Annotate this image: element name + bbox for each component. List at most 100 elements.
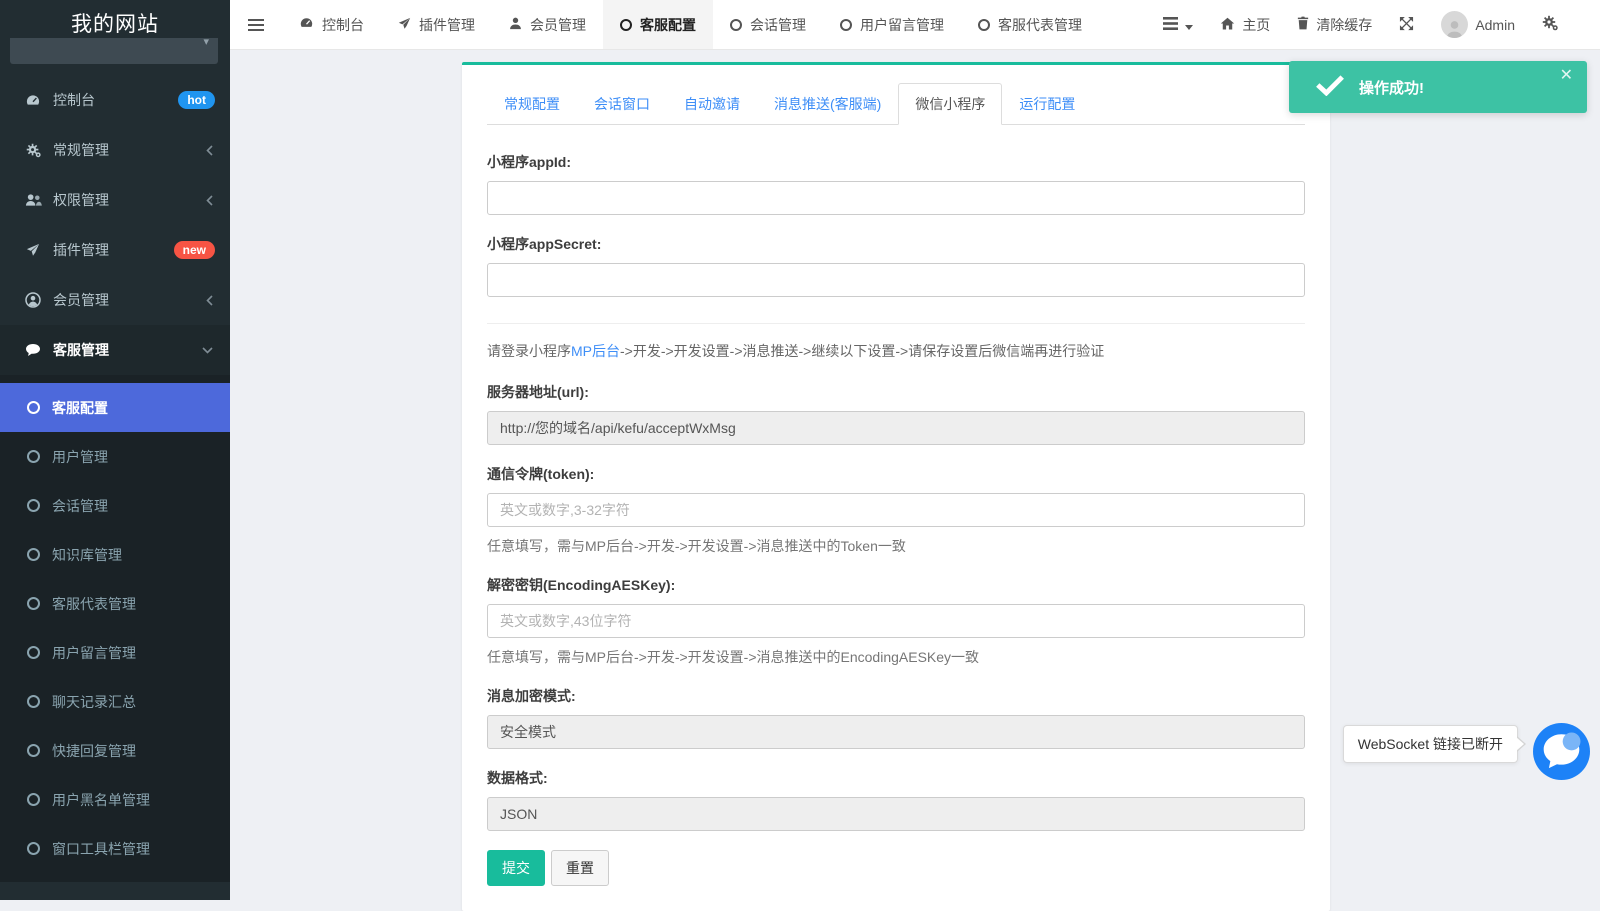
navbar-right: 主页 清除缓存 Admin	[1163, 0, 1600, 49]
submenu-item-label: 知识库管理	[52, 545, 122, 565]
submenu-item-quick-reply-management[interactable]: 快捷回复管理	[0, 726, 230, 775]
sidebar-search-select[interactable]: ········ ▾	[10, 38, 218, 64]
nav-item-session-management[interactable]: 会话管理	[713, 0, 823, 49]
sidebar: 我的网站 ········ ▾ 控制台 hot 常规管理 权限管理	[0, 0, 230, 900]
submenu-item-agent-management[interactable]: 客服代表管理	[0, 579, 230, 628]
chat-widget-button[interactable]	[1533, 723, 1590, 780]
cogs-icon	[24, 143, 42, 158]
tab-auto-invite[interactable]: 自动邀请	[667, 83, 757, 125]
sidebar-item-plugin-management[interactable]: 插件管理 new	[0, 225, 230, 275]
circle-icon	[27, 597, 40, 610]
nav-item-label: 插件管理	[419, 15, 475, 35]
cogs-icon	[1542, 15, 1558, 34]
submenu-item-label: 聊天记录汇总	[52, 692, 136, 712]
submenu-item-label: 窗口工具栏管理	[52, 839, 150, 859]
circle-icon	[27, 548, 40, 561]
circle-icon	[27, 695, 40, 708]
sidebar-item-label: 插件管理	[53, 240, 109, 260]
trash-icon	[1297, 16, 1309, 33]
sidebar-item-member-management[interactable]: 会员管理	[0, 275, 230, 325]
tab-general-config[interactable]: 常规配置	[487, 83, 577, 125]
avatar	[1441, 11, 1468, 38]
circle-icon	[978, 19, 990, 31]
toast-message: 操作成功!	[1359, 77, 1424, 98]
sidebar-item-dashboard[interactable]: 控制台 hot	[0, 75, 230, 125]
submenu-item-window-toolbar-management[interactable]: 窗口工具栏管理	[0, 824, 230, 873]
home-link[interactable]: 主页	[1220, 15, 1270, 35]
nav-item-kefu-config[interactable]: 客服配置	[603, 0, 713, 49]
submenu-item-session-management[interactable]: 会话管理	[0, 481, 230, 530]
aeskey-field[interactable]	[487, 604, 1305, 638]
sidebar-item-permission-management[interactable]: 权限管理	[0, 175, 230, 225]
submenu-item-blacklist-management[interactable]: 用户黑名单管理	[0, 775, 230, 824]
appid-field[interactable]	[487, 181, 1305, 215]
dashboard-icon	[299, 16, 314, 33]
reset-button[interactable]: 重置	[551, 850, 609, 886]
tab-chat-window[interactable]: 会话窗口	[577, 83, 667, 125]
user-menu[interactable]: Admin	[1441, 11, 1515, 38]
nav-item-user-message-management[interactable]: 用户留言管理	[823, 0, 961, 49]
comment-icon	[24, 343, 42, 357]
nav-item-label: 客服配置	[640, 15, 696, 35]
caret-down-icon	[1185, 17, 1193, 33]
circle-icon	[840, 19, 852, 31]
nav-item-agent-management[interactable]: 客服代表管理	[961, 0, 1099, 49]
sidebar-item-label: 常规管理	[53, 140, 109, 160]
nav-item-dashboard[interactable]: 控制台	[282, 0, 381, 49]
mp-admin-link[interactable]: MP后台	[571, 343, 620, 359]
chat-bubble-icon	[1533, 767, 1590, 784]
circle-icon	[27, 744, 40, 757]
menu-list-dropdown-button[interactable]	[1163, 17, 1193, 33]
sidebar-item-general-management[interactable]: 常规管理	[0, 125, 230, 175]
nav-item-label: 客服代表管理	[998, 15, 1082, 35]
submenu-item-knowledge-base[interactable]: 知识库管理	[0, 530, 230, 579]
submenu-item-label: 快捷回复管理	[52, 741, 136, 761]
main-content: 常规配置 会话窗口 自动邀请 消息推送(客服端) 微信小程序 运行配置 小程序a…	[230, 50, 1600, 900]
submenu-item-user-management[interactable]: 用户管理	[0, 432, 230, 481]
success-toast: 操作成功! ✕	[1289, 61, 1587, 113]
submenu-item-label: 客服配置	[52, 398, 108, 418]
sidebar-item-label: 控制台	[53, 90, 95, 110]
clear-cache-link[interactable]: 清除缓存	[1297, 15, 1372, 35]
submenu-item-label: 客服代表管理	[52, 594, 136, 614]
nav-item-plugin-management[interactable]: 插件管理	[381, 0, 492, 49]
toast-close-icon[interactable]: ✕	[1560, 67, 1573, 85]
submenu-item-kefu-config[interactable]: 客服配置	[0, 383, 230, 432]
tab-message-push[interactable]: 消息推送(客服端)	[757, 83, 898, 125]
sidebar-toggle-button[interactable]	[230, 0, 282, 49]
submenu-item-label: 会话管理	[52, 496, 108, 516]
sidebar-item-customer-service-management[interactable]: 客服管理	[0, 325, 230, 375]
chevron-left-icon	[206, 295, 213, 306]
list-icon	[1163, 17, 1178, 33]
hot-badge: hot	[178, 91, 215, 109]
circle-icon	[27, 450, 40, 463]
appsecret-label: 小程序appSecret:	[487, 234, 1305, 254]
appid-label: 小程序appId:	[487, 152, 1305, 172]
server-url-label: 服务器地址(url):	[487, 382, 1305, 402]
fullscreen-button[interactable]	[1399, 16, 1414, 34]
wechat-miniprogram-form: 小程序appId: 小程序appSecret: 请登录小程序MP后台->开发->…	[487, 125, 1305, 886]
submenu-item-label: 用户留言管理	[52, 643, 136, 663]
aeskey-label: 解密密钥(EncodingAESKey):	[487, 575, 1305, 595]
check-icon	[1315, 74, 1345, 101]
encrypt-mode-label: 消息加密模式:	[487, 686, 1305, 706]
sidebar-menu: 控制台 hot 常规管理 权限管理 插件管理 new	[0, 75, 230, 882]
navbar-menu: 控制台 插件管理 会员管理 客服配置 会话管理 用户留言管理 客服代表管理	[230, 0, 1099, 49]
nav-item-member-management[interactable]: 会员管理	[492, 0, 603, 49]
tab-run-config[interactable]: 运行配置	[1002, 83, 1092, 125]
tab-wechat-miniprogram[interactable]: 微信小程序	[898, 83, 1002, 125]
submenu-item-chat-log-summary[interactable]: 聊天记录汇总	[0, 677, 230, 726]
circle-icon	[620, 19, 632, 31]
sidebar-item-label: 客服管理	[53, 340, 109, 360]
circle-icon	[27, 499, 40, 512]
token-label: 通信令牌(token):	[487, 464, 1305, 484]
token-help-text: 任意填写，需与MP后台->开发->开发设置->消息推送中的Token一致	[487, 536, 1305, 556]
chevron-left-icon	[206, 145, 213, 156]
submit-button[interactable]: 提交	[487, 850, 545, 886]
submenu-item-user-message-management[interactable]: 用户留言管理	[0, 628, 230, 677]
appsecret-field[interactable]	[487, 263, 1305, 297]
config-card: 常规配置 会话窗口 自动邀请 消息推送(客服端) 微信小程序 运行配置 小程序a…	[462, 62, 1330, 911]
settings-button[interactable]	[1542, 15, 1558, 34]
token-field[interactable]	[487, 493, 1305, 527]
circle-icon	[27, 842, 40, 855]
